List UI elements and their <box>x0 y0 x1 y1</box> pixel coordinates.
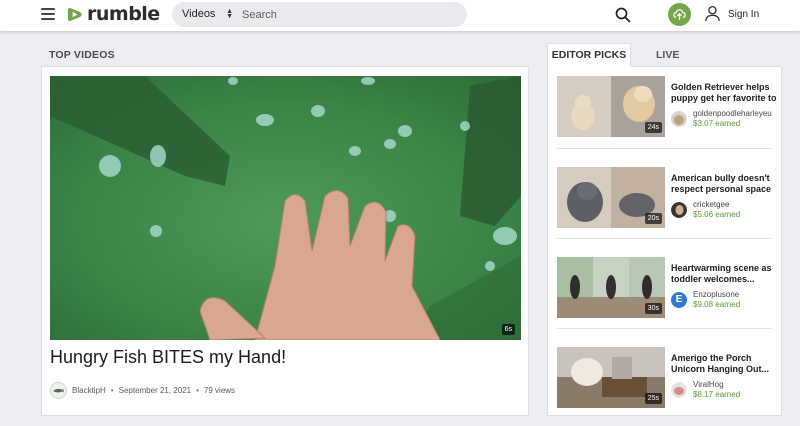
divider <box>557 148 772 149</box>
video-title-line: toddler welcomes... <box>671 273 755 284</box>
tab-live[interactable]: LIVE <box>656 49 679 61</box>
search-category-select[interactable]: Videos ▲ ▼ <box>175 5 238 24</box>
duration-badge: 25s <box>644 393 662 404</box>
select-arrows-icon: ▲ ▼ <box>226 8 233 20</box>
video-thumbnail[interactable]: 30s <box>557 257 665 318</box>
viralhog-avatar-icon <box>671 382 687 398</box>
search-input[interactable] <box>242 5 432 24</box>
divider <box>557 328 772 329</box>
duration-badge: 6s <box>501 324 515 335</box>
video-title-line: respect personal space <box>671 183 772 194</box>
view-count: 79 views <box>203 385 236 395</box>
sign-in-link[interactable]: Sign In <box>728 9 759 20</box>
duration-badge: 20s <box>644 213 662 224</box>
featured-video-thumbnail[interactable]: 6s <box>50 76 521 340</box>
channel-avatar[interactable] <box>671 382 687 398</box>
video-title-line: Heartwarming scene as <box>671 263 772 273</box>
person-avatar-icon <box>671 202 687 218</box>
menu-icon[interactable] <box>41 8 55 20</box>
video-thumbnail[interactable]: 20s <box>557 167 665 228</box>
dog-avatar-icon <box>671 111 687 127</box>
video-title-line: Golden Retriever helps <box>671 82 770 92</box>
video-thumbnail[interactable]: 25s <box>557 347 665 408</box>
channel-info: goldenpoodleharleyeu $3.07 earned <box>671 109 781 131</box>
top-header: rumble Videos ▲▼ Sign In <box>0 0 800 31</box>
search-bar: Videos ▲ ▼ <box>172 2 631 27</box>
upload-icon <box>673 9 686 21</box>
video-title-line: puppy get her favorite to <box>671 92 777 103</box>
video-title[interactable]: Amerigo the Porch Unicorn Hanging Out... <box>671 353 781 374</box>
channel-avatar[interactable] <box>671 202 687 218</box>
divider <box>557 238 772 239</box>
fish-hand-image <box>50 76 521 340</box>
top-videos-heading: TOP VIDEOS <box>49 49 115 61</box>
channel-name[interactable]: BlacktipH <box>72 386 106 395</box>
channel-name[interactable]: ViralHog <box>693 380 781 389</box>
video-thumbnail[interactable]: 24s <box>557 76 665 137</box>
channel-info: ViralHog $8.17 earned <box>671 380 781 402</box>
featured-video-meta: BlacktipH • September 21, 2021 • 79 view… <box>50 380 235 400</box>
video-title[interactable]: Heartwarming scene as toddler welcomes..… <box>671 263 781 284</box>
tab-editor-picks[interactable]: EDITOR PICKS <box>547 43 631 67</box>
video-title[interactable]: American bully doesn't respect personal … <box>671 173 781 194</box>
channel-name[interactable]: cricketgee <box>693 200 781 209</box>
upload-date: September 21, 2021 <box>118 385 192 395</box>
rumble-logo[interactable]: rumble <box>66 4 160 24</box>
channel-avatar[interactable]: E <box>671 292 687 308</box>
channel-avatar[interactable] <box>671 111 687 127</box>
channel-name[interactable]: goldenpoodleharleyeu <box>693 109 781 118</box>
logo-text: rumble <box>87 2 160 25</box>
earnings: $3.07 earned <box>693 119 741 128</box>
search-category-value: Videos <box>182 8 216 20</box>
list-item[interactable]: 24s Golden Retriever helps puppy get her… <box>557 76 781 138</box>
video-title-line: Amerigo the Porch <box>671 353 752 363</box>
duration-badge: 30s <box>644 303 662 314</box>
featured-video-card: 6s Hungry Fish BITES my Hand! BlacktipH … <box>41 66 529 416</box>
video-title-line: Unicorn Hanging Out... <box>671 363 769 374</box>
upload-button[interactable] <box>668 3 691 26</box>
meta-separator: • <box>196 385 199 395</box>
list-item[interactable]: 30s Heartwarming scene as toddler welcom… <box>557 257 781 319</box>
featured-video-title[interactable]: Hungry Fish BITES my Hand! <box>50 347 286 368</box>
list-item[interactable]: 25s Amerigo the Porch Unicorn Hanging Ou… <box>557 347 781 409</box>
rumble-logo-icon <box>67 7 82 21</box>
channel-info: E Enzoplusone $9.08 earned <box>671 290 781 312</box>
video-title-line: American bully doesn't <box>671 173 770 183</box>
list-item[interactable]: 20s American bully doesn't respect perso… <box>557 167 781 229</box>
earnings: $5.06 earned <box>693 210 741 219</box>
shark-logo-icon <box>53 387 64 393</box>
earnings: $8.17 earned <box>693 390 741 399</box>
video-title[interactable]: Golden Retriever helps puppy get her fav… <box>671 82 781 103</box>
duration-badge: 24s <box>644 122 662 133</box>
earnings: $9.08 earned <box>693 300 741 309</box>
editor-picks-list: 24s Golden Retriever helps puppy get her… <box>547 66 782 416</box>
user-icon[interactable] <box>704 5 721 22</box>
search-icon[interactable] <box>615 7 631 23</box>
channel-avatar[interactable] <box>50 381 67 399</box>
channel-info: cricketgee $5.06 earned <box>671 200 781 222</box>
channel-name[interactable]: Enzoplusone <box>693 290 781 299</box>
meta-separator: • <box>110 385 114 395</box>
